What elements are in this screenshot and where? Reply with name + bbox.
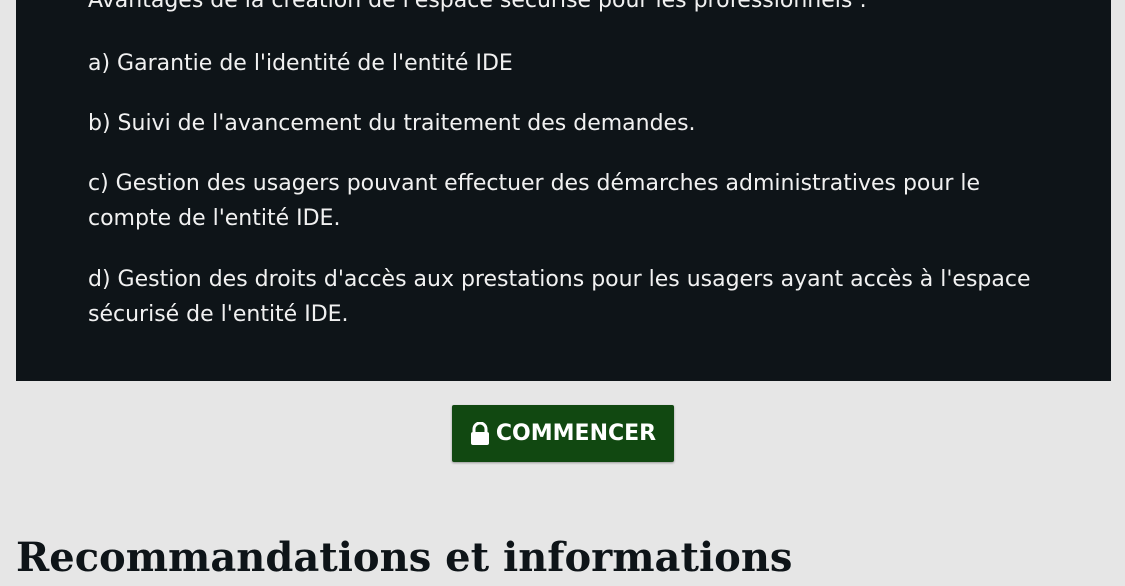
- benefit-item-a: a) Garantie de l'identité de l'entité ID…: [88, 51, 513, 76]
- benefit-item-d: d) Gestion des droits d'accès aux presta…: [88, 267, 1031, 327]
- start-button-label: COMMENCER: [495, 421, 657, 446]
- benefit-item-c: c) Gestion des usagers pouvant effectuer…: [88, 171, 981, 231]
- benefits-panel: Avantages de la création de l'espace séc…: [16, 0, 1111, 381]
- benefit-item-b: b) Suivi de l'avancement du traitement d…: [88, 111, 696, 136]
- section-heading: Recommandations et informations: [16, 534, 793, 581]
- lock-icon: [470, 421, 490, 446]
- benefits-intro: Avantages de la création de l'espace séc…: [88, 0, 867, 13]
- start-button[interactable]: COMMENCER: [452, 405, 674, 462]
